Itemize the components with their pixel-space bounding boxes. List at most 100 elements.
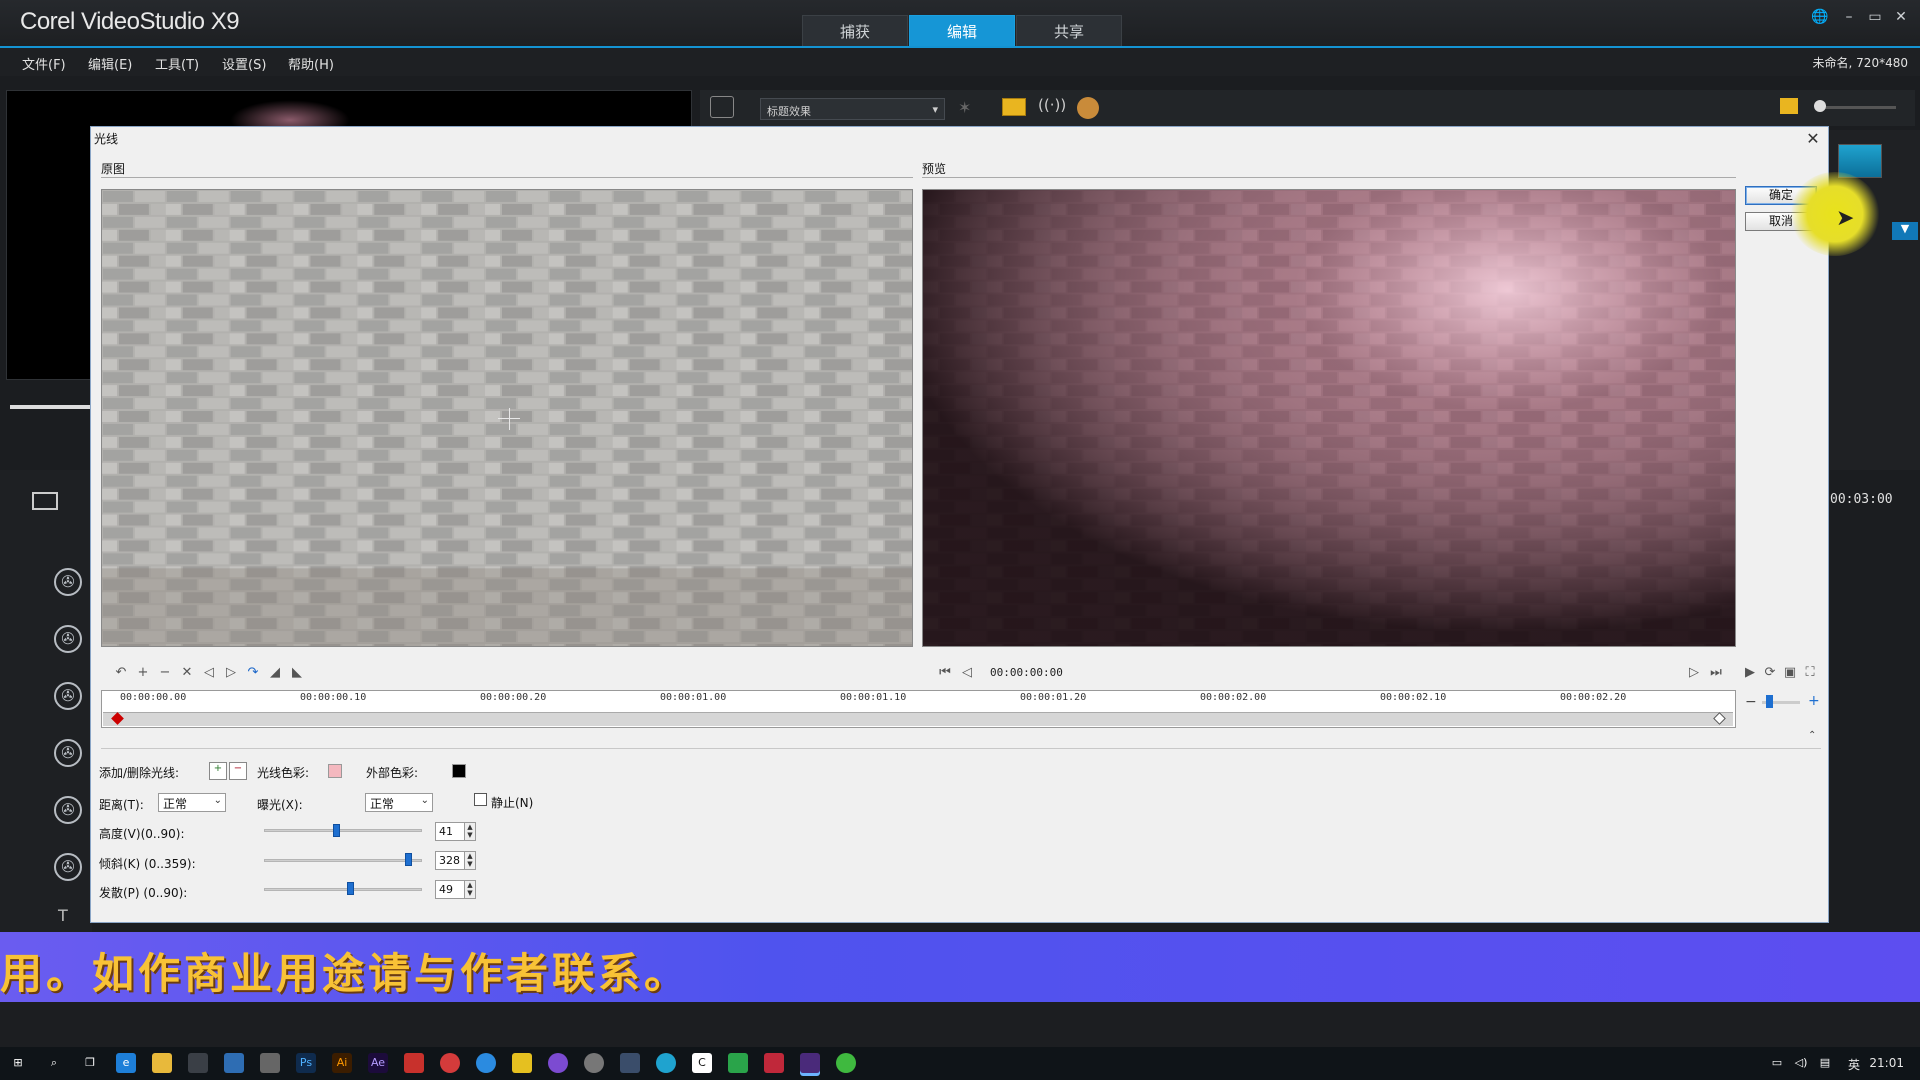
tilt-slider-thumb[interactable] — [405, 853, 413, 866]
menu-settings[interactable]: 设置(S) — [222, 54, 266, 73]
dialog-close-icon[interactable]: ✕ — [1802, 129, 1824, 151]
app-icon-12[interactable] — [728, 1053, 748, 1073]
app-icon-13[interactable] — [764, 1053, 784, 1073]
tilt-slider[interactable] — [264, 859, 422, 862]
add-keyframe-icon[interactable]: + — [134, 664, 152, 682]
spread-spinner[interactable]: ▲ ▼ — [464, 880, 476, 899]
go-end-icon[interactable]: ⏭ — [1707, 664, 1725, 682]
photoshop-icon[interactable]: Ps — [296, 1053, 316, 1073]
app-icon-10[interactable] — [656, 1053, 676, 1073]
overlay-track-icon-1[interactable]: ✇ — [54, 625, 82, 653]
view-icon[interactable] — [1780, 98, 1798, 114]
app-icon-4[interactable] — [440, 1053, 460, 1073]
illustrator-icon[interactable]: Ai — [332, 1053, 352, 1073]
maximize-icon[interactable]: ▭ — [1864, 6, 1886, 28]
add-light-icon[interactable]: + — [209, 762, 227, 780]
folder-icon[interactable] — [1002, 98, 1026, 116]
title-track-icon[interactable]: T — [58, 906, 68, 925]
store-icon[interactable] — [188, 1053, 208, 1073]
height-spinner[interactable]: ▲ ▼ — [464, 822, 476, 841]
volume-icon[interactable]: ◁) — [1792, 1053, 1810, 1073]
after-effects-icon[interactable]: Ae — [368, 1053, 388, 1073]
external-color-swatch[interactable] — [452, 764, 466, 778]
ime-indicator[interactable]: 英 — [1848, 1056, 1860, 1073]
redo-icon[interactable]: ↷ — [244, 664, 262, 682]
preview-mode-icon[interactable]: ▣ — [1781, 664, 1799, 682]
network-icon[interactable]: ▭ — [1768, 1053, 1786, 1073]
app-icon-2[interactable] — [260, 1053, 280, 1073]
chevron-down-icon[interactable]: ▼ — [1892, 222, 1918, 240]
library-icon[interactable] — [710, 96, 734, 118]
app-icon-11[interactable]: C — [692, 1053, 712, 1073]
app-icon-1[interactable] — [224, 1053, 244, 1073]
reverse-keyframe-icon[interactable]: ✕ — [178, 664, 196, 682]
app-icon-7[interactable] — [548, 1053, 568, 1073]
close-icon[interactable]: ✕ — [1890, 6, 1912, 28]
menu-file[interactable]: 文件(F) — [22, 54, 66, 73]
tab-capture[interactable]: 捕获 — [802, 15, 908, 47]
loop-icon[interactable]: ⟳ — [1761, 664, 1779, 682]
audio-icon[interactable]: ((·)) — [1038, 96, 1066, 114]
app-icon-8[interactable] — [584, 1053, 604, 1073]
light-position-crosshair[interactable] — [509, 408, 510, 430]
go-start-icon[interactable]: ⏮ — [936, 664, 954, 682]
thumb-size-knob[interactable] — [1814, 100, 1826, 112]
videostudio-taskbar-icon[interactable] — [800, 1053, 820, 1073]
app-icon-3[interactable] — [404, 1053, 424, 1073]
tab-share[interactable]: 共享 — [1016, 15, 1122, 47]
file-explorer-icon[interactable] — [152, 1053, 172, 1073]
clock[interactable]: 21:01 — [1869, 1056, 1904, 1070]
task-view-icon[interactable]: ❐ — [80, 1053, 100, 1073]
globe-icon[interactable]: 🌐 — [1809, 6, 1831, 28]
prev-frame-icon[interactable]: ◁ — [958, 664, 976, 682]
overlay-track-icon-5[interactable]: ✇ — [54, 853, 82, 881]
overlay-track-icon-2[interactable]: ✇ — [54, 682, 82, 710]
light-color-swatch[interactable] — [328, 764, 342, 778]
minimize-icon[interactable]: – — [1838, 6, 1860, 28]
static-checkbox[interactable] — [474, 793, 487, 806]
zoom-in-icon[interactable]: + — [1808, 693, 1820, 709]
overlay-track-icon-4[interactable]: ✇ — [54, 796, 82, 824]
fade-in-icon[interactable]: ◢ — [266, 664, 284, 682]
fullscreen-icon[interactable]: ⛶ — [1801, 664, 1819, 682]
tab-edit[interactable]: 编辑 — [909, 15, 1015, 47]
menu-help[interactable]: 帮助(H) — [288, 54, 334, 73]
next-frame-icon[interactable]: ▷ — [1685, 664, 1703, 682]
app-icon-6[interactable] — [512, 1053, 532, 1073]
spread-slider-thumb[interactable] — [347, 882, 354, 895]
keyframe-track[interactable] — [103, 712, 1733, 726]
collapse-icon[interactable]: ⌃ — [1808, 730, 1816, 741]
height-slider[interactable] — [264, 829, 422, 832]
next-keyframe-icon[interactable]: ▷ — [222, 664, 240, 682]
start-icon[interactable]: ⊞ — [8, 1053, 28, 1073]
overlay-track-icon-3[interactable]: ✇ — [54, 739, 82, 767]
thumb-size-slider[interactable] — [1816, 106, 1896, 109]
undo-icon[interactable]: ↶ — [112, 664, 130, 682]
edge-icon[interactable]: e — [116, 1053, 136, 1073]
distance-select[interactable]: 正常 ⌄ — [158, 793, 226, 812]
effects-category-dropdown[interactable]: 标题效果 ▾ — [760, 98, 945, 120]
prev-keyframe-icon[interactable]: ◁ — [200, 664, 218, 682]
filter-icon[interactable] — [1077, 97, 1099, 119]
star-icon[interactable]: ✶ — [958, 98, 971, 117]
remove-light-icon[interactable]: − — [229, 762, 247, 780]
spread-slider[interactable] — [264, 888, 422, 891]
height-slider-thumb[interactable] — [332, 824, 340, 837]
app-icon-5[interactable] — [476, 1053, 496, 1073]
storyboard-icon[interactable] — [32, 492, 58, 510]
remove-keyframe-icon[interactable]: − — [156, 664, 174, 682]
play-icon[interactable]: ▶ — [1741, 664, 1759, 682]
app-icon-9[interactable] — [620, 1053, 640, 1073]
app-icon-14[interactable] — [836, 1053, 856, 1073]
menu-edit[interactable]: 编辑(E) — [88, 54, 132, 73]
notification-icon[interactable]: ▤ — [1816, 1053, 1834, 1073]
search-icon[interactable]: ⌕ — [44, 1053, 64, 1073]
video-track-icon[interactable]: ✇ — [54, 568, 82, 596]
exposure-select[interactable]: 正常 ⌄ — [365, 793, 433, 812]
preview-scrub-bar[interactable] — [10, 405, 90, 409]
fade-out-icon[interactable]: ◣ — [288, 664, 306, 682]
zoom-slider-thumb[interactable] — [1766, 695, 1773, 708]
zoom-out-icon[interactable]: − — [1745, 694, 1757, 710]
tilt-spinner[interactable]: ▲ ▼ — [464, 851, 476, 870]
menu-tools[interactable]: 工具(T) — [155, 54, 199, 73]
